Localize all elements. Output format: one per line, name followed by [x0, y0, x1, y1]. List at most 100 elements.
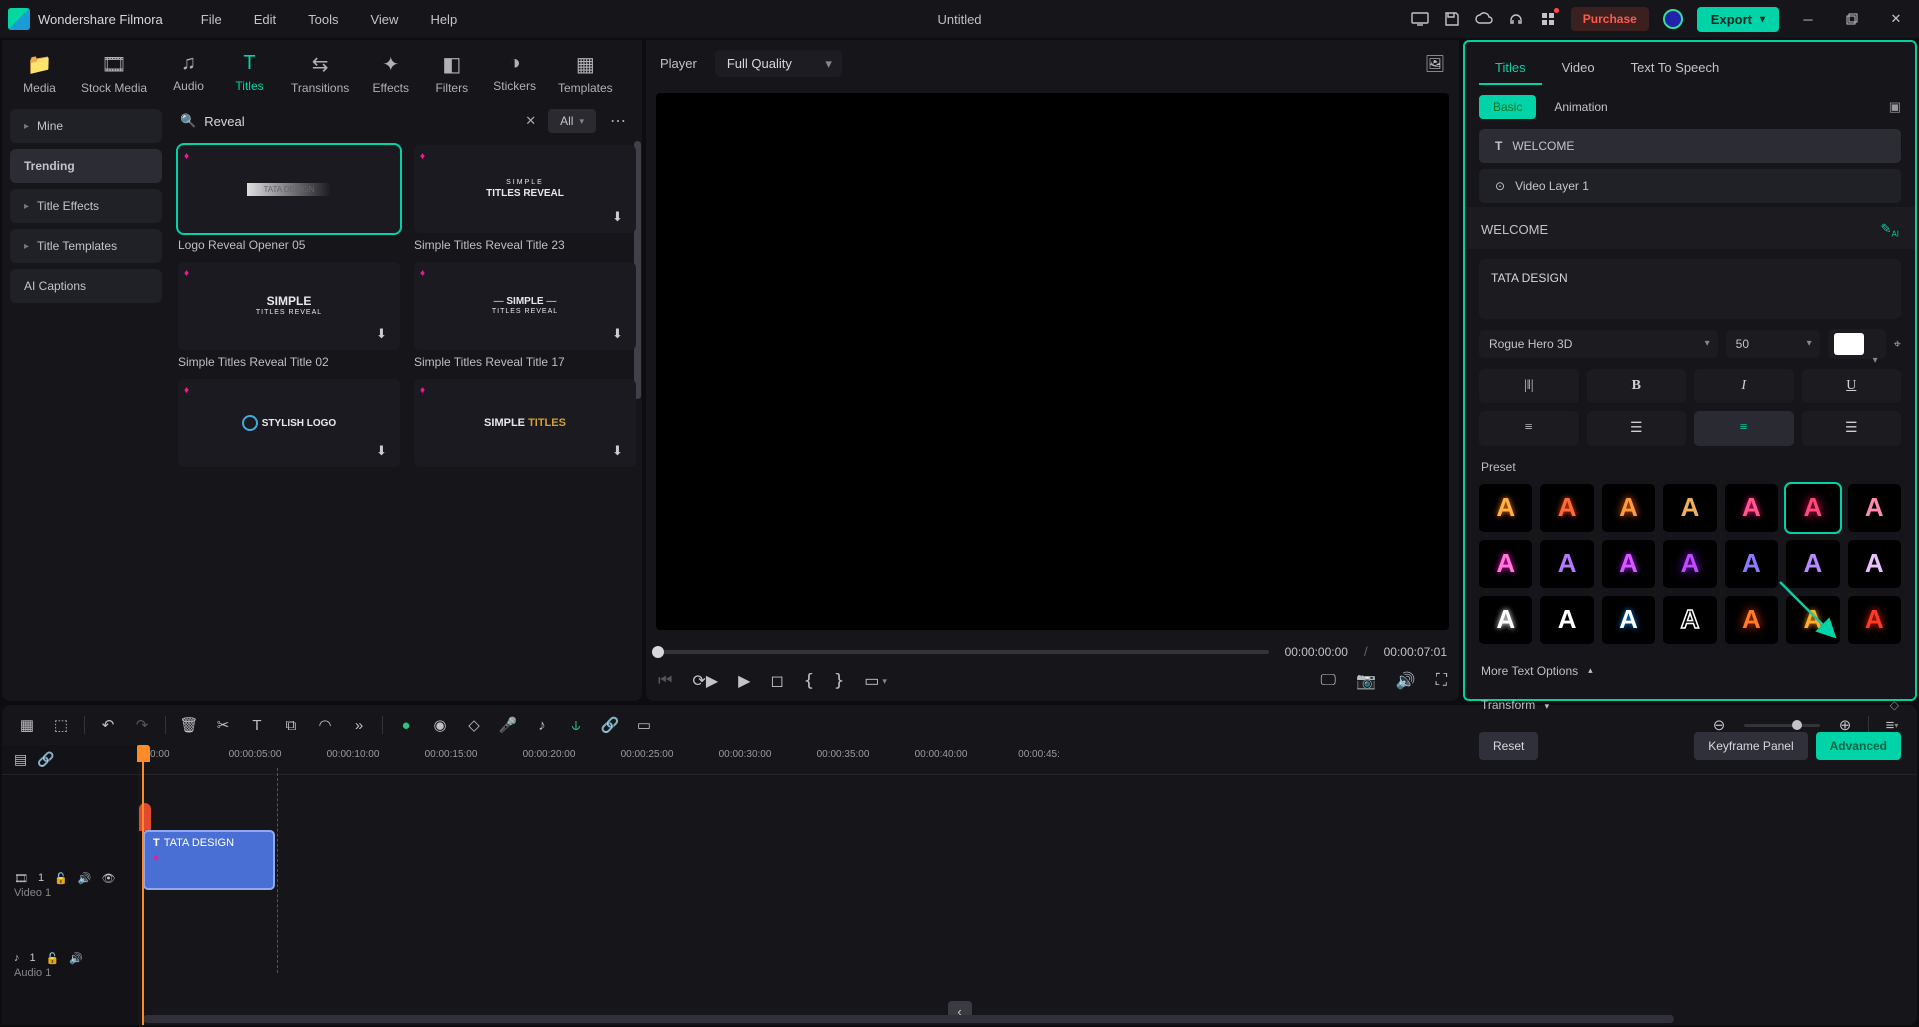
- quality-dropdown[interactable]: Full Quality: [715, 50, 842, 77]
- subtab-basic[interactable]: Basic: [1479, 95, 1536, 119]
- mute-icon[interactable]: 🔊: [69, 952, 83, 965]
- title-card[interactable]: ♦SIMPLE TITLES⬇ Simple Titles Reveal: [414, 379, 636, 486]
- camera-button[interactable]: 📷: [1356, 671, 1376, 691]
- magnet-button[interactable]: ⫝: [563, 712, 589, 738]
- lasso-button[interactable]: ◠: [312, 712, 338, 738]
- btab-audio[interactable]: ♫Audio: [161, 48, 216, 99]
- display-icon[interactable]: [1411, 10, 1429, 28]
- playhead-handle[interactable]: [137, 745, 150, 762]
- download-icon[interactable]: ⬇: [612, 209, 630, 227]
- preset-swatch[interactable]: A: [1602, 484, 1655, 532]
- filter-dropdown[interactable]: All▾: [548, 109, 596, 133]
- more-menu-button[interactable]: ⋯: [604, 111, 632, 131]
- btab-stock-media[interactable]: 🎞Stock Media: [73, 48, 155, 99]
- undo-button[interactable]: ↶: [95, 712, 121, 738]
- preset-swatch[interactable]: A: [1663, 484, 1716, 532]
- close-button[interactable]: ✕: [1881, 5, 1911, 33]
- stop-button[interactable]: ◻: [770, 671, 783, 691]
- timeline-ruler[interactable]: 00:0000:00:05:0000:00:10:0000:00:15:0000…: [137, 745, 1917, 775]
- font-size-dropdown[interactable]: 50: [1726, 330, 1820, 358]
- play-button[interactable]: ▶: [738, 671, 750, 691]
- lock-icon[interactable]: 🔓: [54, 872, 68, 885]
- text-color-dropdown[interactable]: [1828, 329, 1886, 359]
- preset-swatch[interactable]: A: [1725, 540, 1778, 588]
- playback-scrubber[interactable]: [658, 650, 1269, 654]
- align-right-button[interactable]: ≡: [1694, 411, 1794, 446]
- cat-title-templates[interactable]: ▸Title Templates: [10, 229, 162, 263]
- fullscreen-button[interactable]: ⛶: [1436, 672, 1447, 690]
- menu-tools[interactable]: Tools: [294, 8, 352, 31]
- play-loop-button[interactable]: ⟳▶: [692, 671, 718, 691]
- bold-button[interactable]: B: [1587, 369, 1687, 403]
- timeline-tracks-area[interactable]: 00:0000:00:05:0000:00:10:0000:00:15:0000…: [137, 745, 1917, 1025]
- text-value-input[interactable]: TATA DESIGN: [1479, 259, 1901, 319]
- preset-swatch[interactable]: A: [1540, 540, 1593, 588]
- tracks-list-icon[interactable]: ▤: [14, 751, 27, 768]
- user-avatar-icon[interactable]: [1663, 9, 1683, 29]
- mark-out-button[interactable]: }: [834, 671, 844, 691]
- preset-swatch[interactable]: A: [1786, 540, 1839, 588]
- font-family-dropdown[interactable]: Rogue Hero 3D: [1479, 330, 1718, 358]
- cloud-icon[interactable]: [1475, 10, 1493, 28]
- export-button[interactable]: Export▾: [1697, 7, 1779, 32]
- transform-toggle[interactable]: Transform ▾◇: [1465, 688, 1915, 722]
- search-input[interactable]: [204, 114, 513, 129]
- maximize-button[interactable]: [1837, 5, 1867, 33]
- btab-transitions[interactable]: ⇆Transitions: [283, 48, 357, 99]
- download-icon[interactable]: ⬇: [376, 443, 394, 461]
- snapshot-icon[interactable]: 🖼: [1425, 54, 1445, 74]
- redo-button[interactable]: ↷: [129, 712, 155, 738]
- char-spacing-button[interactable]: |‖|: [1479, 369, 1579, 403]
- title-card[interactable]: ♦SIMPLETITLES REVEAL⬇ Simple Titles Reve…: [178, 262, 400, 369]
- menu-file[interactable]: File: [187, 8, 236, 31]
- timeline-h-scrollbar[interactable]: [143, 1015, 1674, 1023]
- preset-swatch[interactable]: A: [1602, 540, 1655, 588]
- expand-button[interactable]: »: [346, 712, 372, 738]
- text-tool-button[interactable]: T: [244, 712, 270, 738]
- preset-swatch[interactable]: A: [1725, 484, 1778, 532]
- align-justify-button[interactable]: ☰: [1802, 411, 1902, 446]
- mute-icon[interactable]: 🔊: [78, 872, 92, 885]
- headset-icon[interactable]: [1507, 10, 1525, 28]
- align-left-button[interactable]: ≡: [1479, 411, 1579, 446]
- layer-welcome[interactable]: TWELCOME: [1479, 129, 1901, 163]
- video-track-header[interactable]: 🎞1🔓🔊👁 Video 1: [2, 830, 137, 940]
- color-wheel-button[interactable]: ◉: [427, 712, 453, 738]
- skip-back-button[interactable]: ⏮: [658, 672, 672, 690]
- mark-in-button[interactable]: {: [804, 671, 814, 691]
- btab-titles[interactable]: TTitles: [222, 48, 277, 99]
- more-text-options-toggle[interactable]: More Text Options▴: [1465, 654, 1915, 688]
- insp-tab-titles[interactable]: Titles: [1479, 52, 1542, 85]
- tracks-link-icon[interactable]: 🔗: [37, 751, 54, 768]
- cat-ai-captions[interactable]: AI Captions: [10, 269, 162, 303]
- preset-swatch[interactable]: A: [1663, 596, 1716, 644]
- cut-button[interactable]: ✂: [210, 712, 236, 738]
- aspect-dropdown[interactable]: ▭▾: [864, 671, 887, 691]
- title-card[interactable]: ♦STYLISH LOGO⬇ Stylish Logo Reveal: [178, 379, 400, 486]
- preview-viewport[interactable]: [656, 93, 1449, 630]
- preset-swatch[interactable]: A: [1786, 596, 1839, 644]
- save-icon[interactable]: [1443, 10, 1461, 28]
- preset-swatch[interactable]: A: [1540, 484, 1593, 532]
- volume-button[interactable]: 🔊: [1396, 671, 1416, 691]
- menu-help[interactable]: Help: [416, 8, 471, 31]
- title-card[interactable]: ♦— SIMPLE —TITLES REVEAL⬇ Simple Titles …: [414, 262, 636, 369]
- preset-swatch[interactable]: A: [1479, 596, 1532, 644]
- preset-swatch[interactable]: A: [1479, 484, 1532, 532]
- download-icon[interactable]: ⬇: [376, 326, 394, 344]
- caption-button[interactable]: ▭: [631, 712, 657, 738]
- tl-grid-button[interactable]: ▦: [14, 712, 40, 738]
- preset-swatch[interactable]: A: [1663, 540, 1716, 588]
- monitor-button[interactable]: 🖵: [1321, 672, 1336, 690]
- insp-tab-tts[interactable]: Text To Speech: [1615, 52, 1736, 85]
- lock-icon[interactable]: 🔓: [46, 952, 60, 965]
- insp-tab-video[interactable]: Video: [1546, 52, 1611, 85]
- ai-button[interactable]: ●: [393, 712, 419, 738]
- music-button[interactable]: ♪: [529, 712, 555, 738]
- menu-edit[interactable]: Edit: [240, 8, 290, 31]
- tl-select-button[interactable]: ⬚: [48, 712, 74, 738]
- link-button[interactable]: 🔗: [597, 712, 623, 738]
- download-icon[interactable]: ⬇: [612, 443, 630, 461]
- cat-mine[interactable]: ▸Mine: [10, 109, 162, 143]
- ai-edit-icon[interactable]: ✎AI: [1881, 221, 1899, 239]
